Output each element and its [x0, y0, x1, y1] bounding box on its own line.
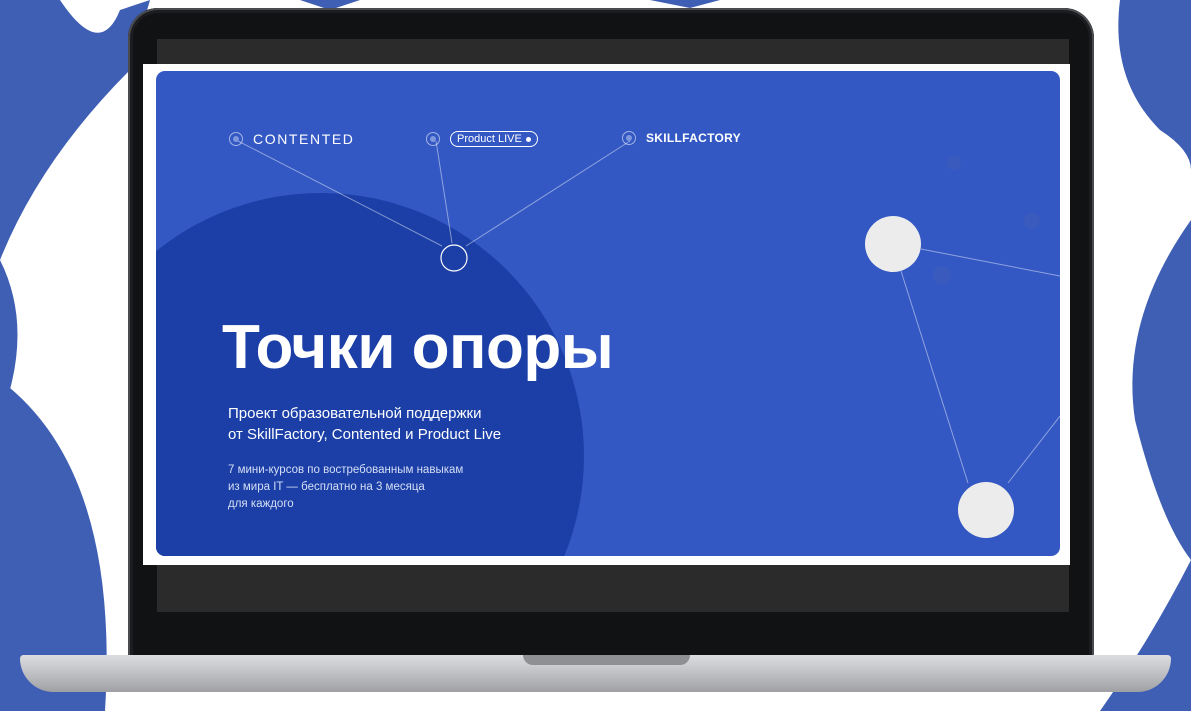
- laptop: CONTENTED Product LIVE SKILLFACTORY Точк…: [0, 0, 1191, 711]
- hero-description: 7 мини-курсов по востребованным навыкам …: [228, 462, 548, 513]
- partner-label: Product LIVE: [457, 133, 522, 145]
- description-line: для каждого: [228, 498, 294, 510]
- hero-banner: CONTENTED Product LIVE SKILLFACTORY Точк…: [156, 71, 1060, 556]
- description-line: из мира IT — бесплатно на 3 месяца: [228, 481, 425, 493]
- hero-title: Точки опоры: [222, 313, 614, 382]
- white-node-icon: [958, 482, 1014, 538]
- product-live-logo: Product LIVE: [450, 131, 538, 147]
- laptop-notch: [523, 655, 690, 665]
- partner-product-live: Product LIVE: [426, 131, 538, 147]
- white-node-icon: [865, 216, 921, 272]
- description-line: 7 мини-курсов по востребованным навыкам: [228, 464, 464, 476]
- hub-node-icon: [440, 244, 468, 272]
- circle-dot-icon: [622, 131, 636, 145]
- subtitle-line: от SkillFactory, Contented и Product Liv…: [228, 426, 502, 443]
- partner-label: SKILLFACTORY: [646, 131, 741, 145]
- partner-skillfactory: SKILLFACTORY: [622, 131, 741, 145]
- partner-contented: CONTENTED: [229, 131, 355, 147]
- partner-label: CONTENTED: [253, 131, 355, 147]
- hero-subtitle: Проект образовательной поддержки от Skil…: [228, 403, 558, 445]
- circle-dot-icon: [426, 132, 440, 146]
- circle-dot-icon: [229, 132, 243, 146]
- subtitle-line: Проект образовательной поддержки: [228, 405, 482, 422]
